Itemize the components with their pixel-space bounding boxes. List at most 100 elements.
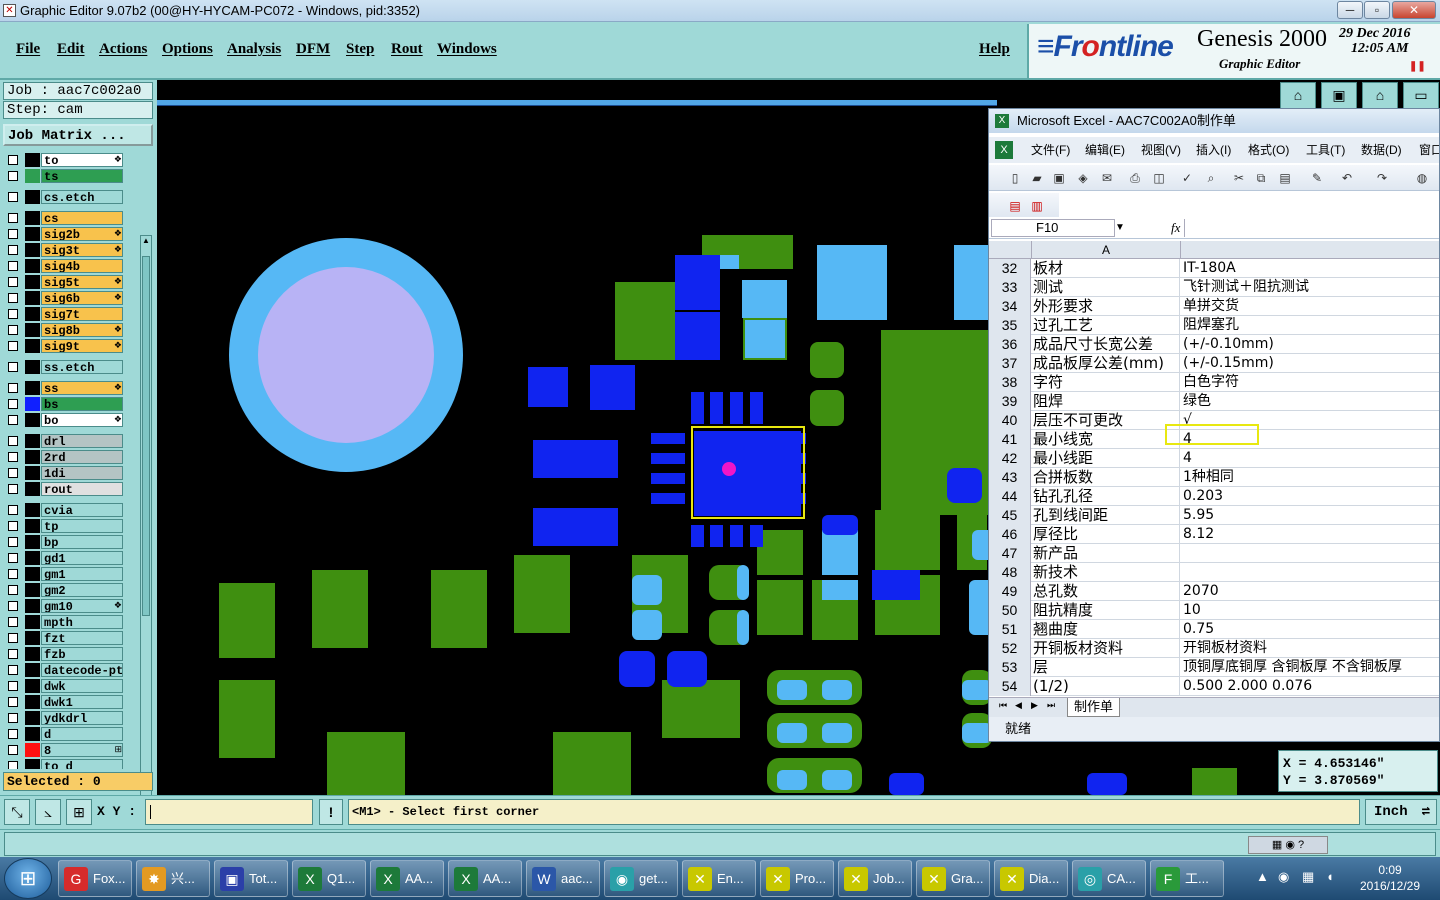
layer-checkbox[interactable]: [8, 601, 18, 611]
layer-name[interactable]: fzt: [41, 631, 123, 645]
alert-icon[interactable]: !: [319, 799, 343, 825]
layer-name[interactable]: gd1: [41, 551, 123, 565]
layer-color-swatch[interactable]: [25, 695, 40, 709]
layer-name[interactable]: sig7t: [41, 307, 123, 321]
cell-a[interactable]: 最小线宽: [1032, 430, 1180, 449]
layer-checkbox[interactable]: [8, 399, 18, 409]
layer-checkbox[interactable]: [8, 309, 18, 319]
layer-checkbox[interactable]: [8, 665, 18, 675]
excel-menu-window[interactable]: 窗口: [1419, 137, 1439, 163]
layer-checkbox[interactable]: [8, 341, 18, 351]
taskbar-item[interactable]: X AA...: [448, 860, 522, 897]
layer-color-swatch[interactable]: [25, 503, 40, 517]
layer-checkbox[interactable]: [8, 681, 18, 691]
layer-color-swatch[interactable]: [25, 227, 40, 241]
layer-checkbox[interactable]: [8, 745, 18, 755]
pdf-icon[interactable]: ▤: [1007, 198, 1023, 214]
menu-options[interactable]: Options: [162, 41, 213, 58]
start-button[interactable]: ⊞: [4, 858, 52, 899]
layer-color-swatch[interactable]: [25, 413, 40, 427]
cell-a[interactable]: 开铜板材资料: [1032, 639, 1180, 658]
taskbar-item[interactable]: ✕ Dia...: [994, 860, 1068, 897]
zoom-fit-icon[interactable]: ⤡: [4, 799, 30, 825]
print-preview-icon[interactable]: ◫: [1151, 170, 1167, 186]
layer-row-cvia[interactable]: cvia: [6, 503, 124, 517]
cell-a[interactable]: 阻抗精度: [1032, 601, 1180, 620]
row-number[interactable]: 43: [989, 468, 1031, 487]
layer-color-swatch[interactable]: [25, 169, 40, 183]
layer-checkbox[interactable]: [8, 362, 18, 372]
excel-menu-data[interactable]: 数据(D): [1361, 137, 1402, 163]
cell-a[interactable]: 合拼板数: [1032, 468, 1180, 487]
row-number[interactable]: 35: [989, 316, 1031, 335]
cut-icon[interactable]: ✂: [1231, 170, 1247, 186]
row-number[interactable]: 54: [989, 677, 1031, 696]
layer-name[interactable]: ss.etch: [41, 360, 123, 374]
layer-row-ss[interactable]: ss ❖: [6, 381, 124, 395]
layer-name[interactable]: cs.etch: [41, 190, 123, 204]
layer-name[interactable]: drl: [41, 434, 123, 448]
xy-input[interactable]: [145, 799, 313, 825]
layer-color-swatch[interactable]: [25, 243, 40, 257]
system-clock[interactable]: 0:09 2016/12/29: [1350, 862, 1430, 894]
layer-color-swatch[interactable]: [25, 291, 40, 305]
layer-color-swatch[interactable]: [25, 519, 40, 533]
menu-step[interactable]: Step: [346, 41, 374, 58]
layer-name[interactable]: to_d: [41, 759, 123, 769]
cell-a[interactable]: 阻焊: [1032, 392, 1180, 411]
layer-row-mpth[interactable]: mpth: [6, 615, 124, 629]
layer-name[interactable]: 1di: [41, 466, 123, 480]
pdf-options-icon[interactable]: ▥: [1029, 198, 1045, 214]
next-sheet-icon[interactable]: ▶: [1031, 700, 1038, 711]
save-icon[interactable]: ▣: [1051, 170, 1067, 186]
layer-color-swatch[interactable]: [25, 551, 40, 565]
excel-menu-insert[interactable]: 插入(I): [1196, 137, 1231, 163]
cell-a[interactable]: 板材: [1032, 259, 1180, 278]
open-icon[interactable]: ▰: [1029, 170, 1045, 186]
formula-input[interactable]: [1184, 219, 1439, 237]
home-view-icon[interactable]: ⌂: [1280, 82, 1316, 110]
layer-color-swatch[interactable]: [25, 153, 40, 167]
layer-name[interactable]: tp: [41, 519, 123, 533]
cell-a[interactable]: 最小线距: [1032, 449, 1180, 468]
layer-color-swatch[interactable]: [25, 434, 40, 448]
cell-a[interactable]: 新技术: [1032, 563, 1180, 582]
cell-b[interactable]: IT-180A: [1181, 259, 1439, 278]
layer-name[interactable]: ss: [41, 381, 123, 395]
row-number[interactable]: 49: [989, 582, 1031, 601]
layer-row-sig6b[interactable]: sig6b ❖: [6, 291, 124, 305]
layer-checkbox[interactable]: [8, 383, 18, 393]
taskbar-item[interactable]: X AA...: [370, 860, 444, 897]
layer-color-swatch[interactable]: [25, 275, 40, 289]
units-selector[interactable]: Inch ⇌: [1365, 799, 1437, 825]
layer-checkbox[interactable]: [8, 325, 18, 335]
layer-row-to-d[interactable]: to_d: [6, 759, 124, 769]
close-button[interactable]: ✕: [1392, 1, 1436, 19]
layer-name[interactable]: to: [41, 153, 123, 167]
layer-checkbox[interactable]: [8, 245, 18, 255]
layer-row-rout[interactable]: rout: [6, 482, 124, 496]
layer-checkbox[interactable]: [8, 617, 18, 627]
layer-row-sig8b[interactable]: sig8b ❖: [6, 323, 124, 337]
cell-b[interactable]: 0.75: [1181, 620, 1439, 639]
layer-row-fzt[interactable]: fzt: [6, 631, 124, 645]
row-number[interactable]: 50: [989, 601, 1031, 620]
row-number[interactable]: 53: [989, 658, 1031, 677]
layer-row-datecode-ptc[interactable]: datecode-ptc: [6, 663, 124, 677]
layer-row-cs[interactable]: cs: [6, 211, 124, 225]
layer-name[interactable]: gm1: [41, 567, 123, 581]
layer-name[interactable]: cvia: [41, 503, 123, 517]
layer-color-swatch[interactable]: [25, 567, 40, 581]
layer-color-swatch[interactable]: [25, 759, 40, 769]
taskbar-item[interactable]: ✕ Gra...: [916, 860, 990, 897]
layer-name[interactable]: 8: [41, 743, 123, 757]
cell-b[interactable]: 4: [1181, 449, 1439, 468]
layer-name[interactable]: bo: [41, 413, 123, 427]
tray-app-icon[interactable]: ◉: [1278, 869, 1289, 885]
taskbar-item[interactable]: ✕ En...: [682, 860, 756, 897]
job-matrix-button[interactable]: Job Matrix ...: [3, 124, 153, 146]
layer-name[interactable]: dwk: [41, 679, 123, 693]
first-sheet-icon[interactable]: ⏮: [999, 700, 1007, 711]
taskbar-item[interactable]: X Q1...: [292, 860, 366, 897]
layer-row-to[interactable]: to ❖: [6, 153, 124, 167]
